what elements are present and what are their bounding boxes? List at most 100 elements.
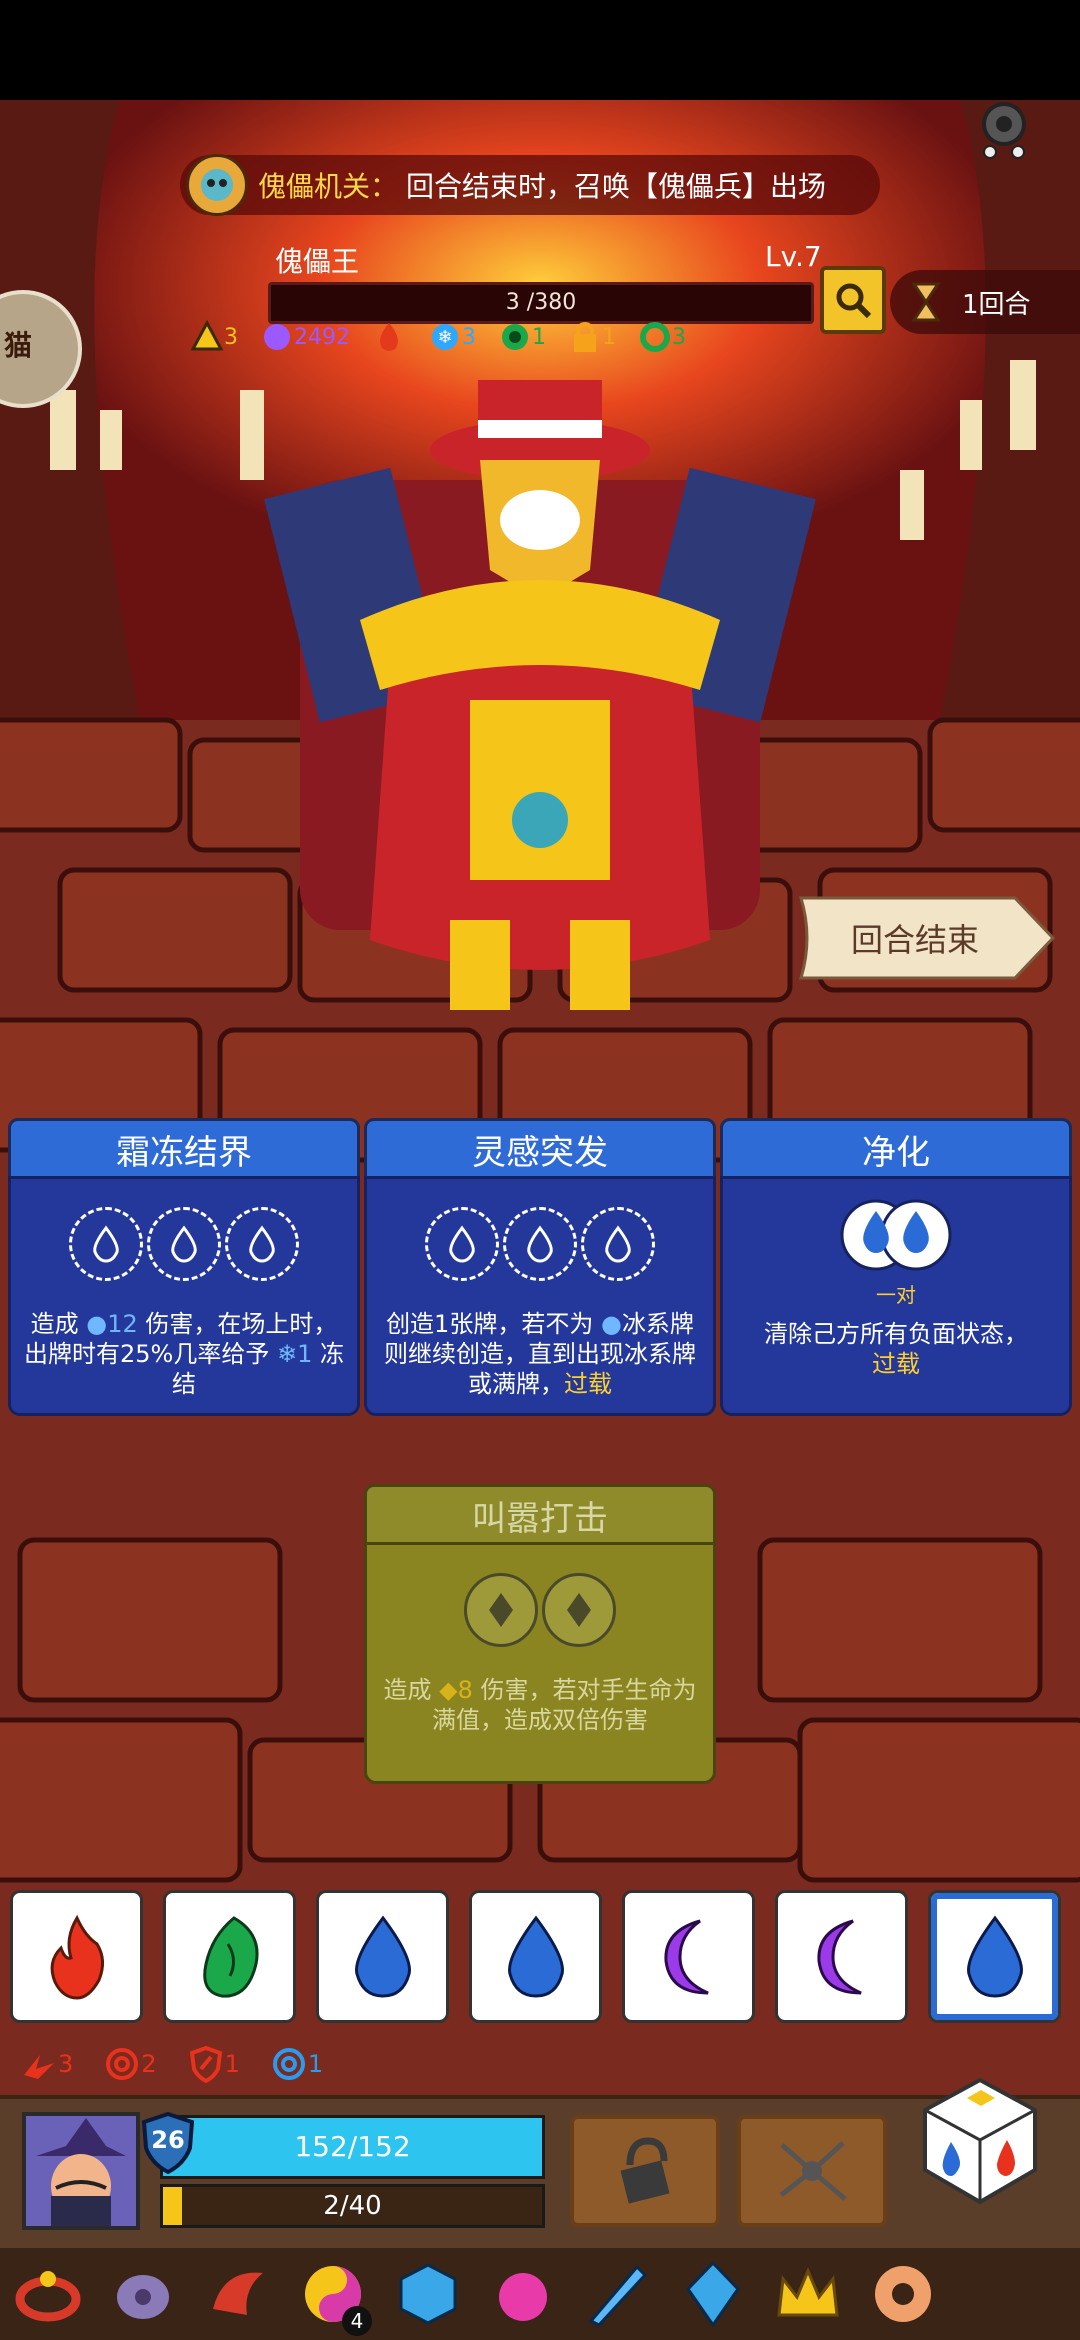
blue-sword-relic-icon xyxy=(588,2264,647,2327)
skill-card-disabled[interactable]: 叫嚣打击 造成 ◆8 伤害，若对手生命为满值，造成双倍伤害 xyxy=(364,1484,716,1784)
water-drop-icon xyxy=(966,1914,1023,1998)
fire-claw-icon xyxy=(24,2055,54,2079)
player-status[interactable]: 1 xyxy=(187,2045,240,2083)
relic[interactable]: 4 xyxy=(285,2250,380,2338)
fire-icon xyxy=(380,323,398,351)
blue-spiral-icon xyxy=(272,2048,305,2080)
diamond-outline-icon xyxy=(489,1593,513,1627)
player-status[interactable]: 1 xyxy=(270,2045,323,2083)
player-level: 26 xyxy=(151,2126,185,2154)
empty-water-slot[interactable] xyxy=(581,1207,655,1281)
boss-buff[interactable]: 2492 xyxy=(260,320,350,354)
inspect-button[interactable] xyxy=(820,266,886,334)
svg-text:❄: ❄ xyxy=(437,327,452,348)
boss-buff[interactable] xyxy=(372,320,406,354)
boss-buff[interactable]: 3 xyxy=(190,320,238,354)
roll-dice-button[interactable] xyxy=(915,2070,1045,2210)
relic[interactable] xyxy=(380,2250,475,2338)
player-avatar[interactable] xyxy=(22,2112,140,2230)
settings-button[interactable] xyxy=(972,98,1036,162)
empty-water-slot[interactable] xyxy=(225,1207,299,1281)
relic[interactable] xyxy=(475,2250,570,2338)
hourglass-icon xyxy=(911,282,941,322)
magnifier-icon xyxy=(836,283,872,319)
empty-water-slot[interactable] xyxy=(503,1207,577,1281)
water-drop-outline-icon xyxy=(249,1225,275,1263)
empty-water-slot[interactable] xyxy=(425,1207,499,1281)
water-die-selected[interactable] xyxy=(928,1890,1061,2023)
blue-die-relic-icon xyxy=(399,2263,456,2325)
dice-slots xyxy=(367,1573,713,1647)
empty-water-slot[interactable] xyxy=(69,1207,143,1281)
player-xp-bar: 2/40 xyxy=(160,2184,545,2228)
end-turn-button[interactable]: 回合结束 xyxy=(795,890,1060,985)
boss-hp-text: 3 /380 xyxy=(505,290,577,315)
relic-count-badge: 4 xyxy=(342,2306,372,2336)
battle-scene: 傀儡机关： 回合结束时，召唤【傀儡兵】出场 傀儡王 Lv.7 3 /380 1回… xyxy=(0,0,1080,2340)
dice-slots xyxy=(723,1197,1069,1273)
player-status[interactable]: 2 xyxy=(103,2045,157,2083)
water-drop-outline-icon xyxy=(449,1225,475,1263)
player-level-badge: 26 xyxy=(140,2112,196,2174)
player-status[interactable]: 3 xyxy=(20,2045,73,2083)
relic[interactable] xyxy=(665,2250,760,2338)
relic[interactable] xyxy=(95,2250,190,2338)
banner-text: 回合结束时，召唤【傀儡兵】出场 xyxy=(406,170,827,203)
triangle-icon xyxy=(190,320,224,351)
relic[interactable] xyxy=(0,2250,95,2338)
water-drop-outline-icon xyxy=(171,1225,197,1263)
status-bar xyxy=(0,0,1080,100)
player-hp-text: 152/152 xyxy=(294,2130,411,2163)
boss-buff[interactable]: 1 xyxy=(568,320,616,354)
boss-buff[interactable]: ❄ 3 xyxy=(428,320,476,354)
dice-hand xyxy=(10,1890,1080,2025)
moon-die[interactable] xyxy=(622,1890,755,2023)
skill-card[interactable]: 净化 一对 清除己方所有负面状态， 过载 xyxy=(720,1118,1072,1416)
water-drop-icon xyxy=(507,1914,564,1998)
fire-die[interactable] xyxy=(10,1890,143,2023)
player-status-list: 3 2 1 1 xyxy=(20,2045,353,2083)
water-drop-outline-icon xyxy=(93,1225,119,1263)
gold-crown-relic-icon xyxy=(776,2267,839,2317)
boss-buff[interactable]: 1 xyxy=(498,320,546,354)
ice-crystal-relic-icon xyxy=(685,2260,740,2328)
dice-slots xyxy=(11,1207,357,1281)
leaf-die[interactable] xyxy=(163,1890,296,2023)
item-slot-locked[interactable] xyxy=(570,2115,720,2227)
moon-die[interactable] xyxy=(775,1890,908,2023)
empty-diamond-slot[interactable] xyxy=(464,1573,538,1647)
card-description: 造成 ●12 伤害，在场上时，出牌时有25%几率给予 ❄1 冻结 xyxy=(23,1310,344,1398)
ring-relic-icon xyxy=(15,2271,80,2322)
spiral-icon xyxy=(106,2048,139,2080)
water-drop-icon xyxy=(354,1914,411,1998)
boss-buff-list: 3 2492 ❄ 3 1 1 3 xyxy=(190,320,708,354)
boss-ability-banner: 傀儡机关： 回合结束时，召唤【傀儡兵】出场 xyxy=(180,154,880,216)
shattered-icon xyxy=(779,2141,847,2201)
round-counter: 1回合 xyxy=(890,270,1080,334)
diamond-icon: ◆ xyxy=(439,1676,458,1704)
empty-diamond-slot[interactable] xyxy=(542,1573,616,1647)
skill-card[interactable]: 霜冻结界 造成 ●12 伤害，在场上时，出牌时有25%几率给予 ❄1 冻结 xyxy=(8,1118,360,1416)
wizard-portrait xyxy=(36,2118,126,2226)
empty-water-slot[interactable] xyxy=(147,1207,221,1281)
card-description: 清除己方所有负面状态， 过载 xyxy=(764,1320,1028,1378)
diamond-outline-icon xyxy=(567,1593,591,1627)
skill-card[interactable]: 灵感突发 创造1张牌，若不为 ●冰系牌则继续创造，直到出现冰系牌或满牌，过载 xyxy=(364,1118,716,1416)
boss-hp-bar: 3 /380 xyxy=(268,282,814,324)
relic[interactable] xyxy=(190,2250,285,2338)
moon-icon xyxy=(663,1919,709,1994)
relic[interactable] xyxy=(760,2250,855,2338)
water-die[interactable] xyxy=(469,1890,602,2023)
green-swirl-icon xyxy=(502,324,528,350)
boss-buff[interactable]: 3 xyxy=(638,320,686,354)
player-hp-bar: 152/152 xyxy=(160,2115,545,2179)
relic[interactable] xyxy=(570,2250,665,2338)
banner-title: 傀儡机关： xyxy=(258,170,399,203)
card-body: 造成 ◆8 伤害，若对手生命为满值，造成双倍伤害 xyxy=(364,1542,716,1784)
water-die[interactable] xyxy=(316,1890,449,2023)
card-description: 创造1张牌，若不为 ●冰系牌则继续创造，直到出现冰系牌或满牌，过载 xyxy=(384,1310,696,1398)
item-slot-broken[interactable] xyxy=(737,2115,887,2227)
pair-water-slot-icon[interactable] xyxy=(836,1197,956,1273)
relic[interactable] xyxy=(855,2250,950,2338)
boss-level: Lv.7 xyxy=(765,240,822,273)
